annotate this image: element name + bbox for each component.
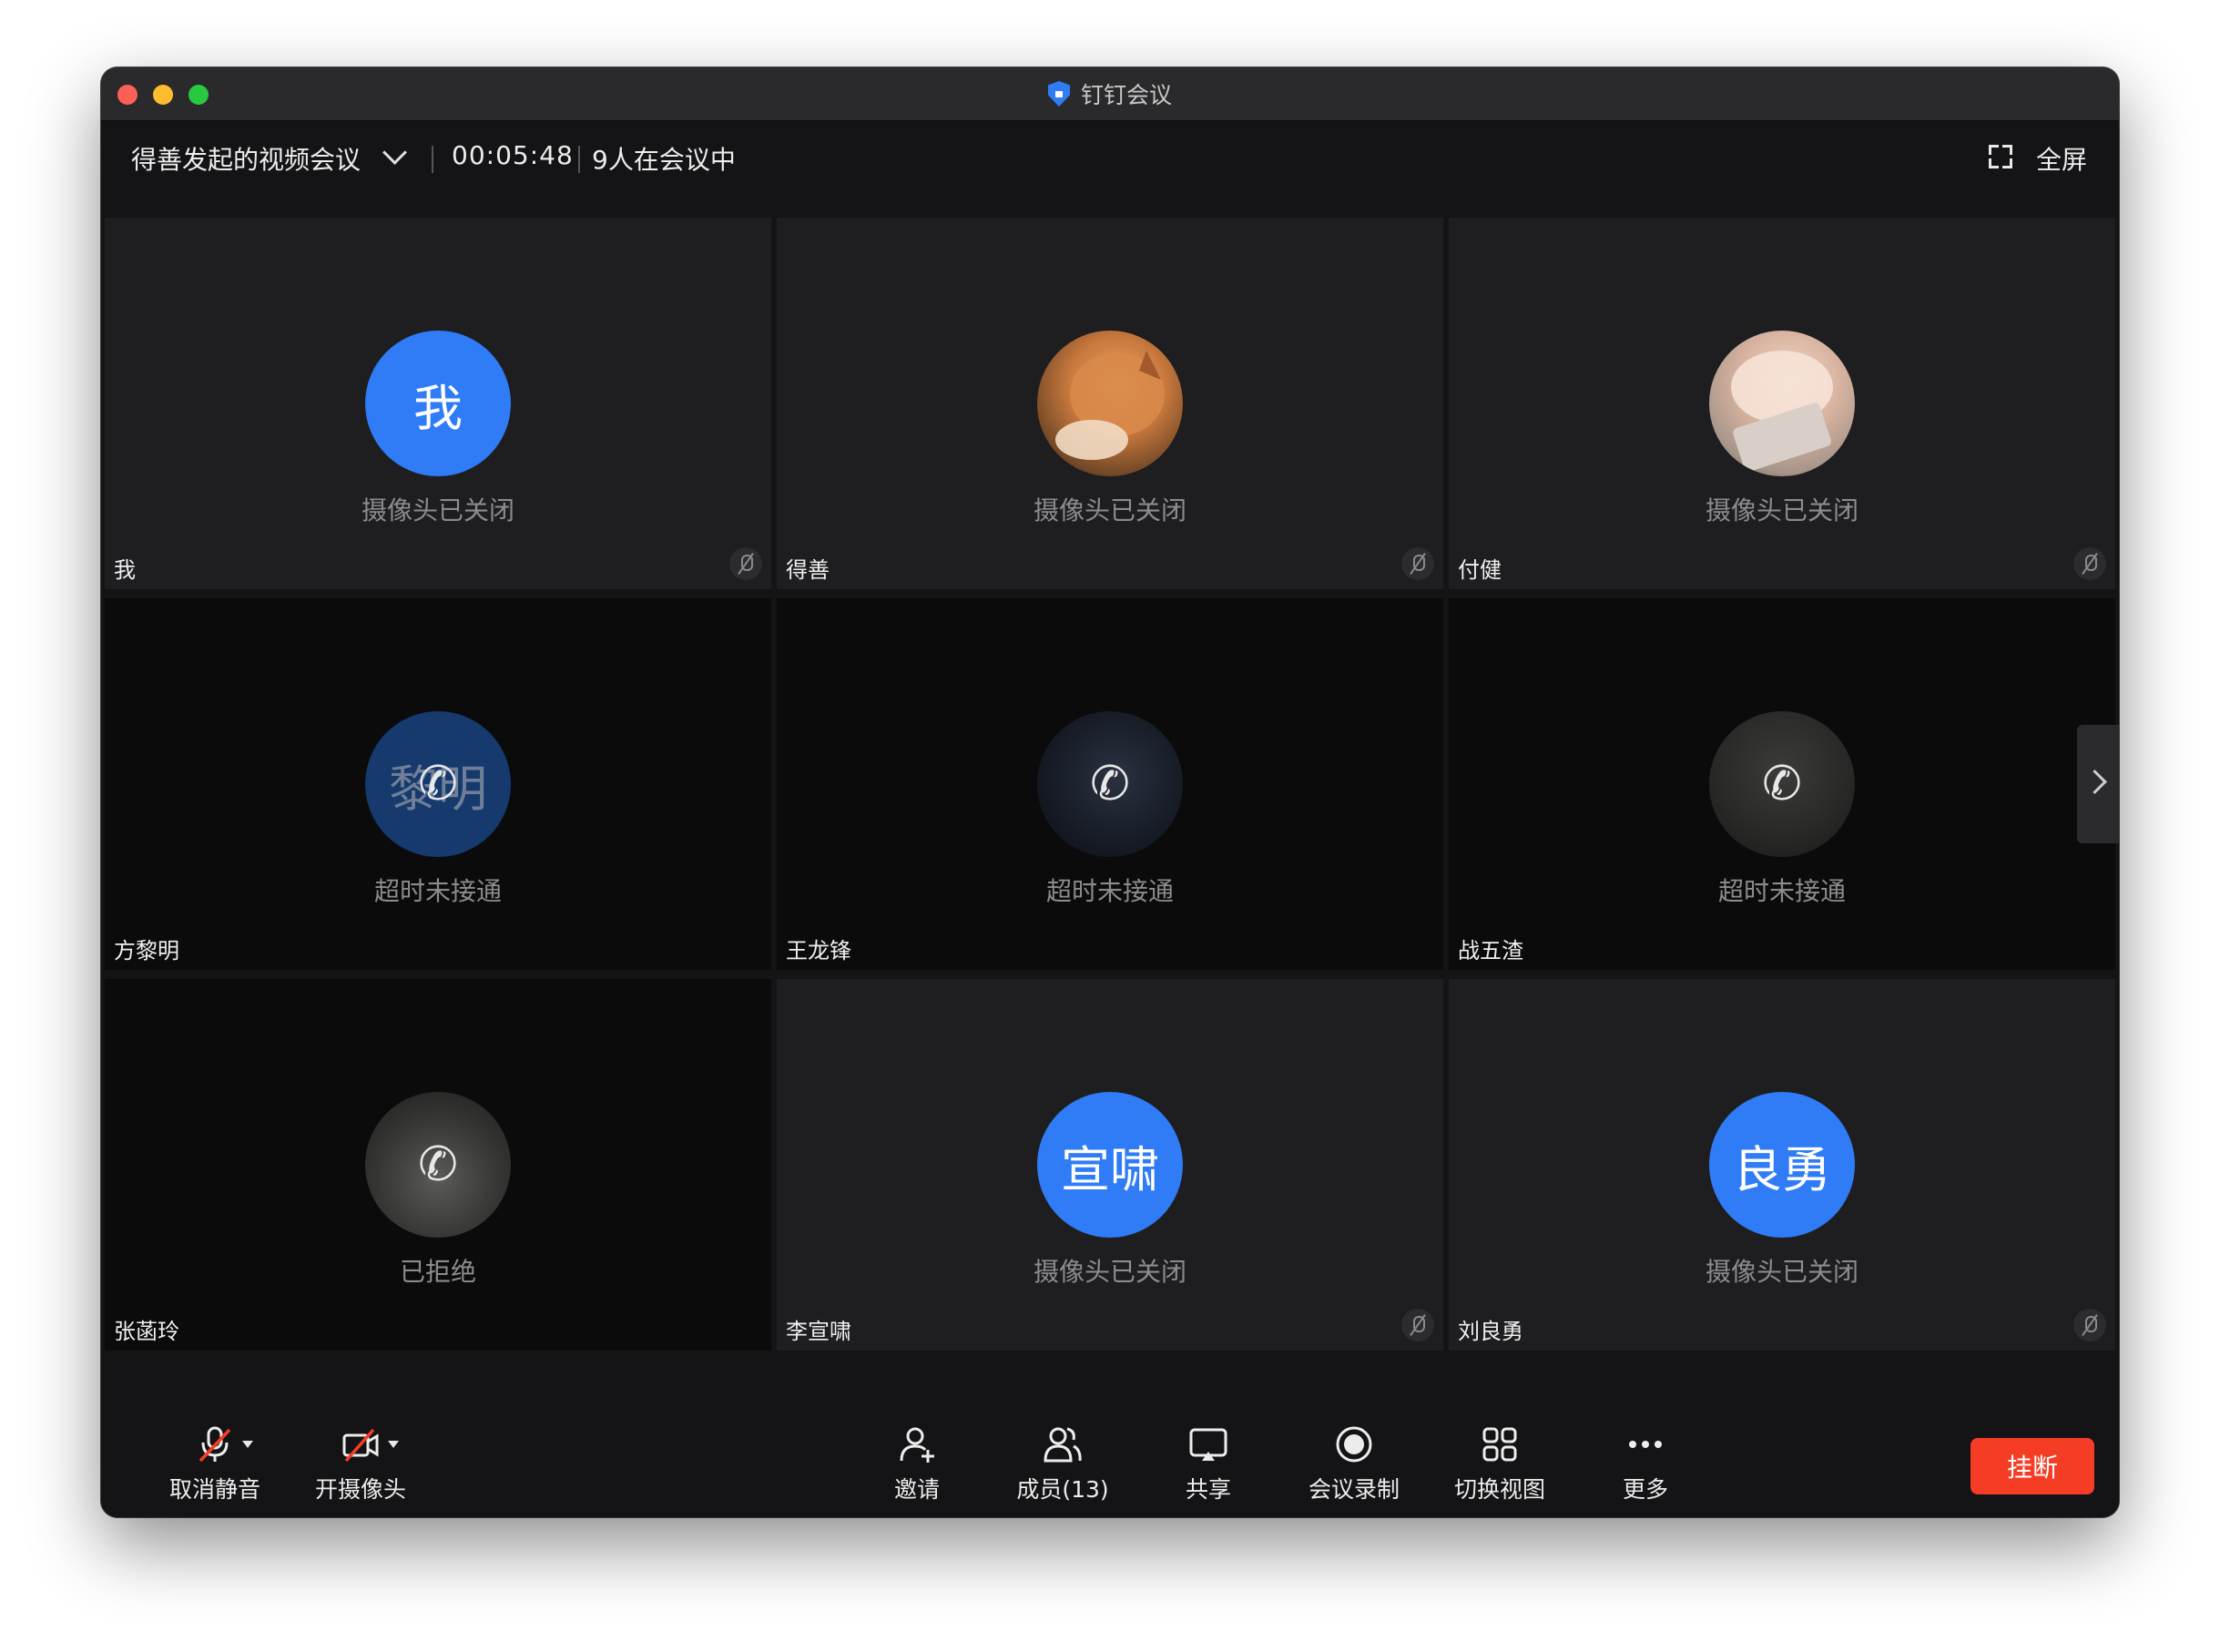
fullscreen-icon[interactable] (1989, 145, 2012, 168)
screen-share-icon (1188, 1424, 1228, 1464)
record-icon (1334, 1424, 1374, 1464)
fullscreen-button[interactable]: 全屏 (2036, 140, 2087, 177)
tile-status: 摄像头已关闭 (1033, 1257, 1186, 1287)
caret-down-icon[interactable] (388, 1441, 399, 1448)
cat-keyboard-photo-icon (1731, 351, 1833, 472)
share-button[interactable]: 共享 (1145, 1424, 1272, 1506)
phone-icon: ✆ (1762, 757, 1802, 811)
add-user-icon (897, 1424, 937, 1464)
avatar-initials: 良勇 (1733, 1140, 1831, 1198)
grid-view-icon (1480, 1424, 1520, 1464)
participant-tile[interactable]: 宣啸 摄像头已关闭 李宣啸 (777, 979, 1443, 1351)
invite-button[interactable]: 邀请 (853, 1424, 981, 1506)
share-label: 共享 (1185, 1476, 1231, 1503)
tile-status: 已拒绝 (399, 1257, 476, 1287)
avatar: 我 (365, 331, 511, 476)
participant-name: 刘良勇 (1458, 1319, 1523, 1344)
hangup-button[interactable]: 挂断 (1971, 1438, 2094, 1494)
tile-status: 摄像头已关闭 (1033, 495, 1186, 525)
phone-icon: ✆ (418, 1137, 458, 1192)
avatar: ✆ (1709, 711, 1855, 857)
participant-name: 得善 (786, 557, 830, 583)
participant-tile[interactable]: 摄像头已关闭 得善 (777, 218, 1443, 589)
tile-status: 超时未接通 (1045, 876, 1174, 906)
header-divider (578, 146, 580, 173)
unmute-button[interactable]: 取消静音 (151, 1424, 279, 1506)
record-label: 会议录制 (1308, 1476, 1400, 1503)
meeting-window: 钉钉会议 得善发起的视频会议 00:05:48 9人在会议中 全屏 我 摄像头已… (101, 67, 2119, 1517)
members-icon (1043, 1424, 1083, 1464)
avatar: ✆ (365, 1092, 511, 1238)
video-grid: 我 摄像头已关闭 我 摄像头已关闭 得善 摄像头已关闭 付健 黎明 ✆ 超时未接… (105, 218, 2115, 1420)
next-page-button[interactable] (2077, 725, 2119, 843)
participant-tile[interactable]: ✆ 超时未接通 战五渣 (1449, 598, 2115, 970)
tile-status: 超时未接通 (373, 876, 502, 906)
window-title-text: 钉钉会议 (1080, 82, 1172, 108)
record-button[interactable]: 会议录制 (1290, 1424, 1418, 1506)
avatar: 黎明 ✆ (365, 711, 511, 857)
shield-lock-icon (1047, 81, 1070, 107)
unmute-label: 取消静音 (168, 1476, 260, 1503)
participant-tile[interactable]: 黎明 ✆ 超时未接通 方黎明 (105, 598, 771, 970)
mic-muted-icon (2073, 1309, 2106, 1341)
avatar: 宣啸 (1037, 1092, 1183, 1238)
meeting-timer: 00:05:48 (452, 140, 574, 170)
members-button[interactable]: 成员(13) (999, 1424, 1126, 1506)
window-title: 钉钉会议 (101, 67, 2119, 120)
cat-photo-icon (1055, 351, 1165, 460)
participant-tile[interactable]: 摄像头已关闭 付健 (1449, 218, 2115, 589)
invite-label: 邀请 (893, 1476, 940, 1503)
meeting-header: 得善发起的视频会议 00:05:48 9人在会议中 全屏 (101, 120, 2119, 193)
participant-name: 我 (114, 557, 136, 583)
participant-name: 张菡玲 (114, 1319, 179, 1344)
meeting-title[interactable]: 得善发起的视频会议 (131, 140, 361, 177)
participant-name: 战五渣 (1458, 938, 1523, 964)
participant-name: 王龙锋 (786, 938, 851, 964)
participant-tile[interactable]: ✆ 已拒绝 张菡玲 (105, 979, 771, 1351)
caret-down-icon[interactable] (242, 1441, 253, 1448)
avatar-initials: 我 (413, 379, 463, 437)
mic-off-icon (195, 1424, 253, 1464)
avatar: 良勇 (1709, 1092, 1855, 1238)
avatar (1037, 331, 1183, 476)
mic-muted-icon (1401, 1309, 1434, 1341)
participant-name: 方黎明 (114, 938, 179, 964)
chevron-down-icon[interactable] (382, 140, 407, 165)
participant-name: 付健 (1458, 557, 1502, 583)
participant-tile[interactable]: 良勇 摄像头已关闭 刘良勇 (1449, 979, 2115, 1351)
participant-tile[interactable]: ✆ 超时未接通 王龙锋 (777, 598, 1443, 970)
title-bar: 钉钉会议 (101, 67, 2119, 121)
more-label: 更多 (1622, 1476, 1668, 1503)
participant-count: 9人在会议中 (592, 145, 736, 175)
avatar-initials: 宣啸 (1061, 1140, 1159, 1198)
tile-status: 摄像头已关闭 (1705, 1257, 1858, 1287)
switch-view-button[interactable]: 切换视图 (1436, 1424, 1563, 1506)
participant-tile[interactable]: 我 摄像头已关闭 我 (105, 218, 771, 589)
participant-name: 李宣啸 (786, 1319, 851, 1344)
members-label: 成员(13) (1016, 1476, 1109, 1503)
more-button[interactable]: 更多 (1582, 1424, 1709, 1506)
more-dots-icon (1625, 1424, 1665, 1464)
header-divider (432, 146, 433, 173)
avatar (1709, 331, 1855, 476)
meeting-toolbar: 取消静音 开摄像头 邀请 成员(13) 共享 会议录制 切换视图 更多 挂断 (101, 1406, 2119, 1517)
mic-muted-icon (1401, 547, 1434, 580)
camera-label: 开摄像头 (314, 1476, 406, 1503)
avatar: ✆ (1037, 711, 1183, 857)
phone-icon: ✆ (1090, 757, 1130, 811)
camera-off-icon (341, 1424, 399, 1464)
switch-view-label: 切换视图 (1453, 1476, 1545, 1503)
tile-status: 摄像头已关闭 (1705, 495, 1858, 525)
mic-muted-icon (2073, 547, 2106, 580)
camera-on-button[interactable]: 开摄像头 (297, 1424, 424, 1506)
tile-status: 超时未接通 (1717, 876, 1846, 906)
mic-muted-icon (729, 547, 762, 580)
phone-icon: ✆ (418, 757, 458, 811)
tile-status: 摄像头已关闭 (361, 495, 514, 525)
